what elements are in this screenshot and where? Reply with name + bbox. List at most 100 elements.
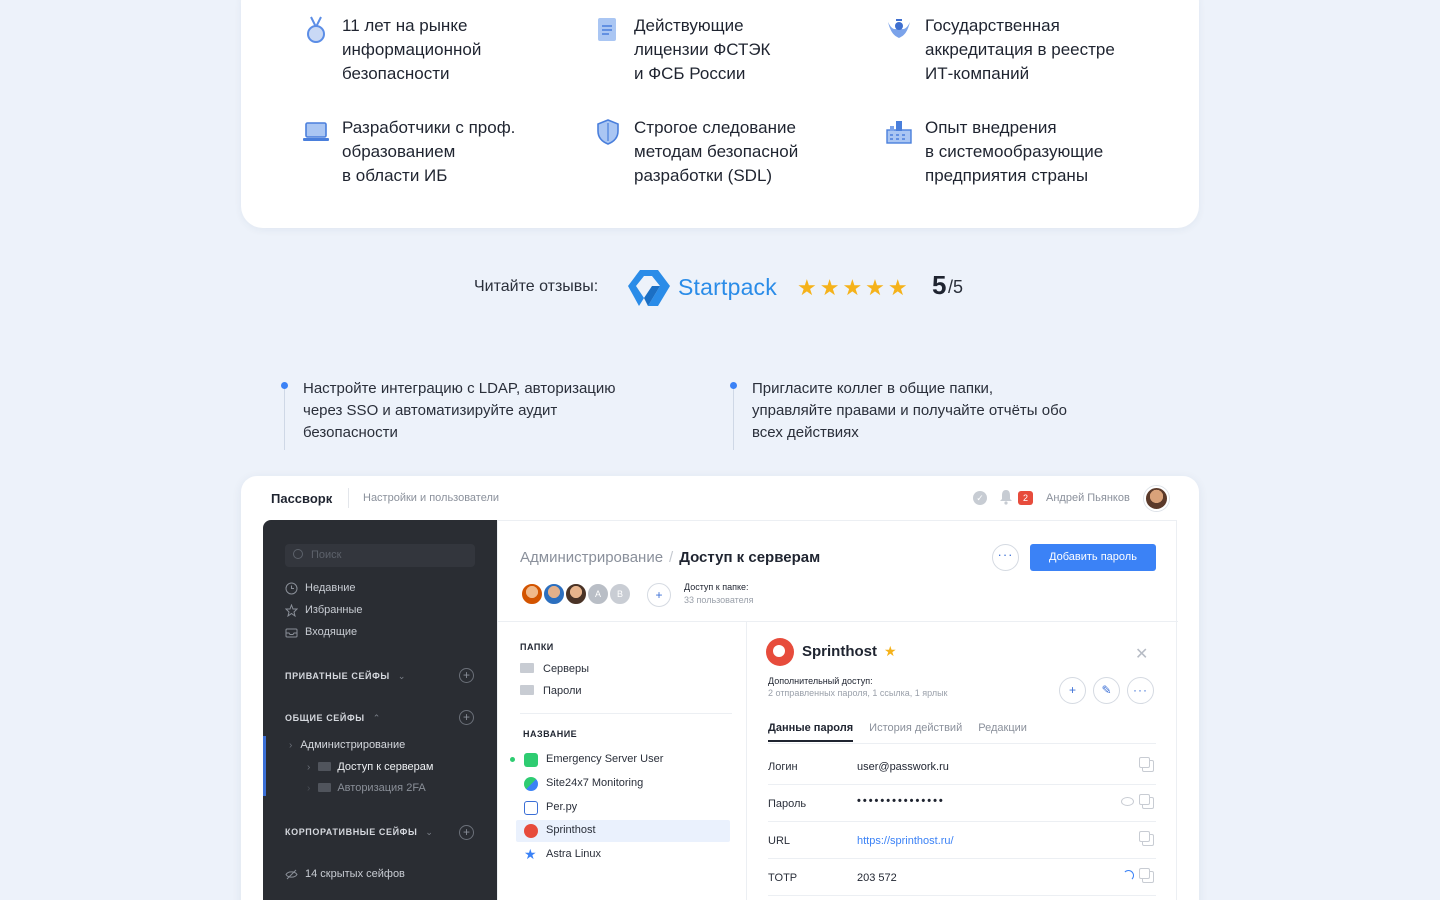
totp-field: TOTP 203 572: [768, 859, 1156, 896]
password-field: Пароль •••••••••••••••: [768, 785, 1156, 822]
names-header[interactable]: НАЗВАНИЕ: [523, 729, 577, 739]
breadcrumb-parent[interactable]: Администрирование: [520, 549, 663, 566]
bell-icon[interactable]: [999, 489, 1013, 505]
folder-label: Пароли: [543, 685, 582, 697]
online-indicator: [510, 757, 515, 762]
rating-stars: ★★★★★: [797, 275, 911, 300]
field-value[interactable]: https://sprinthost.ru/: [857, 835, 954, 847]
avatar[interactable]: [542, 582, 566, 606]
entry-label: Per.py: [546, 801, 578, 813]
search-input[interactable]: Поиск: [285, 544, 475, 567]
check-icon[interactable]: ✓: [973, 491, 987, 505]
url-field: URL https://sprinthost.ru/: [768, 822, 1156, 859]
rating-max: /5: [948, 277, 964, 297]
list-item[interactable]: Site24x7 Monitoring: [516, 773, 730, 795]
feature-text: Опыт внедрения в системообразующие предп…: [925, 118, 1104, 185]
breadcrumb: Администрирование / Доступ к серверам: [520, 549, 820, 566]
extra-access-value[interactable]: 2 отправленных пароля, 1 ссылка, 1 ярлык: [768, 688, 947, 698]
share-user-button[interactable]: +: [1059, 677, 1086, 704]
entry-label: Astra Linux: [546, 848, 602, 860]
feature-text: Государственная аккредитация в реестре И…: [925, 16, 1115, 83]
user-name[interactable]: Андрей Пьянков: [1046, 492, 1130, 504]
rating-score: 5: [932, 270, 947, 300]
chevron-right-icon: ›: [289, 740, 293, 751]
eagle-emblem-icon: [888, 19, 910, 38]
folder-icon: [520, 663, 534, 673]
tab-revisions[interactable]: Редакции: [978, 722, 1027, 734]
laptop-icon: [303, 122, 329, 141]
monitoring-icon: [524, 777, 538, 791]
star-icon: [285, 604, 298, 617]
user-avatar[interactable]: [1144, 486, 1169, 511]
topbar-divider: [348, 488, 349, 508]
startpack-logo-icon[interactable]: [626, 268, 672, 308]
feature-text: Действующие лицензии ФСТЭК и ФСБ России: [634, 16, 771, 83]
close-icon[interactable]: ✕: [1135, 644, 1148, 664]
tab-history[interactable]: История действий: [869, 722, 962, 734]
bullet-text: Настройте интеграцию с LDAP, авторизацию…: [303, 380, 616, 441]
tab-password-data[interactable]: Данные пароля: [768, 722, 854, 742]
entry-title: Sprinthost: [802, 643, 877, 660]
folder-item[interactable]: Пароли: [520, 685, 582, 697]
field-value[interactable]: •••••••••••••••: [857, 795, 945, 807]
tabs-divider: [768, 743, 1156, 744]
avatar[interactable]: A: [586, 582, 610, 606]
list-item[interactable]: Per.py: [516, 797, 730, 819]
tree-item-admin[interactable]: › Администрирование: [289, 739, 405, 751]
shield-icon: [597, 119, 619, 145]
factory-icon: [886, 121, 912, 144]
add-user-button[interactable]: +: [647, 583, 671, 607]
field-label: TOTP: [768, 872, 798, 884]
favorite-star-icon[interactable]: ★: [884, 643, 897, 660]
edit-button[interactable]: ✎: [1093, 677, 1120, 704]
tree-item-2fa[interactable]: › Авторизация 2FA: [307, 782, 426, 794]
folder-item[interactable]: Серверы: [520, 663, 589, 675]
login-field: Логин user@passwork.ru: [768, 748, 1156, 785]
eye-icon[interactable]: [1121, 797, 1134, 806]
divider: [498, 621, 1178, 622]
add-password-button[interactable]: Добавить пароль: [1030, 544, 1156, 571]
list-item-selected[interactable]: Sprinthost: [516, 820, 730, 842]
tree-label: Авторизация 2FA: [337, 782, 426, 794]
shared-vaults-header[interactable]: ОБЩИЕ СЕЙФЫ ⌃: [285, 713, 381, 724]
hidden-vaults-label: 14 скрытых сейфов: [305, 868, 405, 880]
field-value[interactable]: 203 572: [857, 872, 897, 884]
feature-text: Разработчики с проф. образованием в обла…: [342, 118, 516, 185]
divider: [520, 713, 732, 714]
startpack-link[interactable]: Startpack: [678, 274, 777, 301]
bullet-dot: [730, 382, 737, 389]
tree-item-server-access[interactable]: › Доступ к серверам: [307, 761, 433, 773]
bullet-dot: [281, 382, 288, 389]
access-count[interactable]: 33 пользователя: [684, 595, 754, 605]
inbox-icon: [285, 628, 298, 638]
add-private-vault-button[interactable]: +: [459, 668, 474, 683]
list-item[interactable]: Emergency Server User: [510, 749, 730, 771]
page-title: Доступ к серверам: [679, 549, 821, 566]
corporate-vaults-header[interactable]: КОРПОРАТИВНЫЕ СЕЙФЫ ⌄: [285, 827, 434, 838]
add-shared-vault-button[interactable]: +: [459, 710, 474, 725]
entry-label: Emergency Server User: [546, 753, 664, 765]
avatar[interactable]: [564, 582, 588, 606]
copy-icon[interactable]: [1139, 831, 1154, 846]
field-value[interactable]: user@passwork.ru: [857, 761, 949, 773]
copy-icon[interactable]: [1139, 794, 1154, 809]
star-icon: ★: [524, 846, 537, 862]
more-button[interactable]: ···: [1127, 677, 1154, 704]
sidebar-item-label: Избранные: [305, 604, 363, 616]
tree-label: Администрирование: [300, 739, 406, 751]
add-corporate-vault-button[interactable]: +: [459, 825, 474, 840]
access-label: Доступ к папке:: [684, 582, 749, 592]
app-brand[interactable]: Пассворк: [271, 491, 332, 506]
private-vaults-header[interactable]: ПРИВАТНЫЕ СЕЙФЫ ⌄: [285, 671, 406, 682]
avatar[interactable]: B: [608, 582, 632, 606]
settings-link[interactable]: Настройки и пользователи: [363, 492, 499, 504]
more-options-button[interactable]: ···: [992, 544, 1019, 571]
copy-icon[interactable]: [1139, 868, 1154, 883]
reviews-label: Читайте отзывы:: [474, 278, 599, 295]
folder-icon: [318, 783, 332, 792]
timer-icon: [1123, 870, 1134, 881]
copy-icon[interactable]: [1139, 757, 1154, 772]
section-label: ПРИВАТНЫЕ СЕЙФЫ: [285, 671, 390, 681]
list-item[interactable]: ★ Astra Linux: [516, 844, 730, 866]
avatar[interactable]: [520, 582, 544, 606]
